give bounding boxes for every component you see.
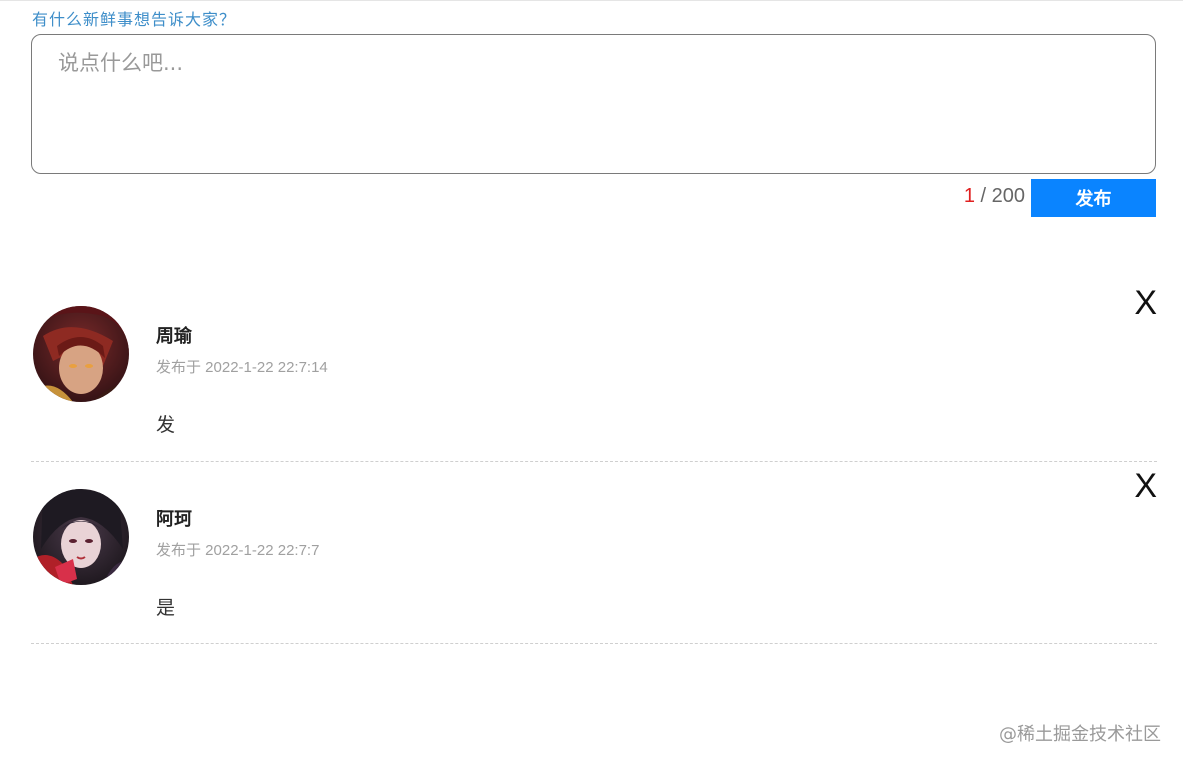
user-name: 阿珂 bbox=[156, 509, 192, 530]
comment-input[interactable] bbox=[32, 35, 1155, 173]
composer-box bbox=[31, 34, 1156, 174]
char-counter: 1 / 200 bbox=[964, 185, 1025, 208]
watermark: @稀土掘金技术社区 bbox=[999, 724, 1161, 745]
delete-button[interactable]: X bbox=[1134, 469, 1157, 503]
char-count-current: 1 bbox=[963, 185, 975, 207]
top-border bbox=[0, 0, 1183, 4]
avatar-ake-icon bbox=[33, 489, 129, 585]
avatar bbox=[33, 306, 129, 402]
post-content: 是 bbox=[156, 597, 176, 619]
user-name: 周瑜 bbox=[156, 326, 192, 347]
post-time: 发布于 2022-1-22 22:7:14 bbox=[156, 359, 328, 376]
avatar bbox=[33, 489, 129, 585]
comment-item: 阿珂 发布于 2022-1-22 22:7:7 是 X bbox=[31, 469, 1157, 644]
publish-button[interactable]: 发布 bbox=[1031, 179, 1156, 217]
post-content: 发 bbox=[156, 414, 176, 436]
delete-button[interactable]: X bbox=[1134, 286, 1157, 320]
comment-item: 周瑜 发布于 2022-1-22 22:7:14 发 X bbox=[31, 286, 1157, 462]
char-count-max: 200 bbox=[991, 185, 1025, 207]
post-time: 发布于 2022-1-22 22:7:7 bbox=[156, 542, 320, 559]
avatar-zhouyu-icon bbox=[33, 306, 129, 402]
composer-prompt: 有什么新鲜事想告诉大家？ bbox=[32, 10, 237, 29]
char-count-separator: / bbox=[974, 185, 992, 207]
